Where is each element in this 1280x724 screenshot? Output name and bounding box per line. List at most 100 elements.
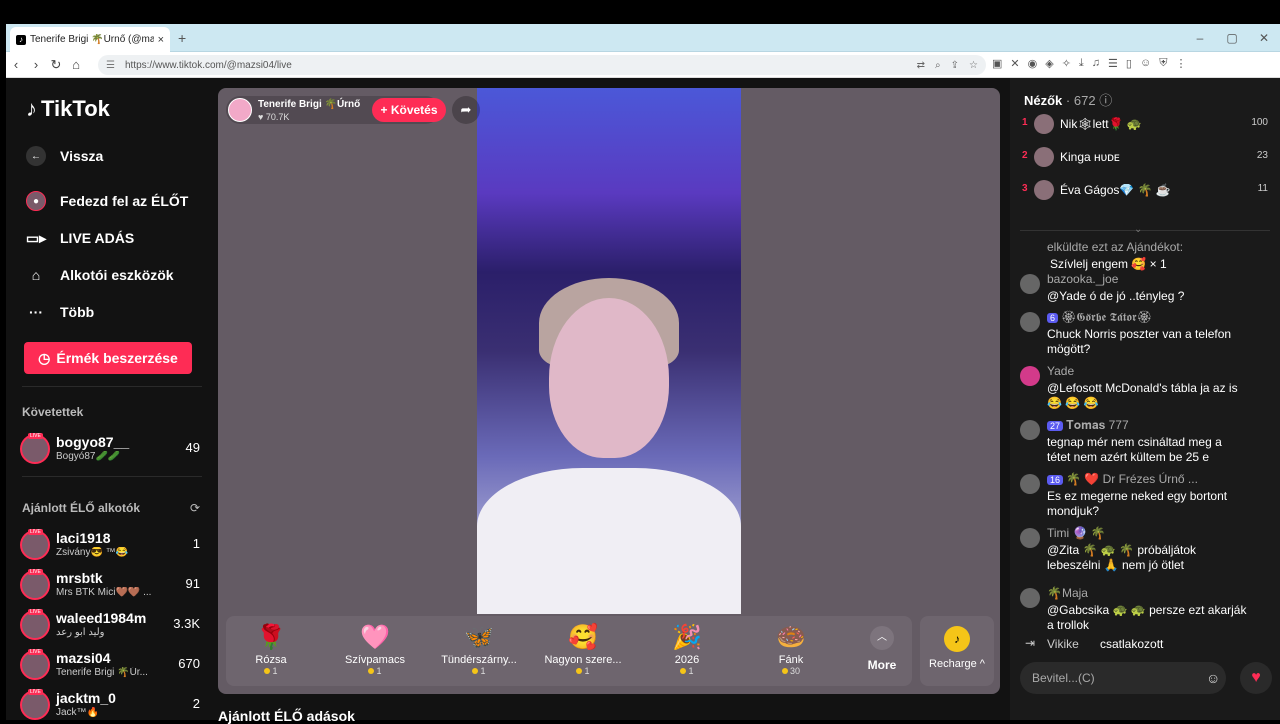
viewer-score: 100 [1251,117,1268,128]
recommended-item[interactable]: LIVE jacktm_0 Jack™🔥 2 [20,688,200,720]
nav-creator-tools[interactable]: ⌂ Alkotói eszközök [24,263,174,287]
avatar[interactable] [1020,474,1040,494]
back-link[interactable]: ← Vissza [24,144,103,168]
puzzle-icon[interactable]: ✧ [1062,57,1071,70]
streamer-name[interactable]: Tenerife Brigi 🌴Úrnő [258,99,360,110]
avatar: LIVE [20,529,50,560]
like-heart-button[interactable]: ♥ [1240,662,1272,694]
more-gifts-button[interactable]: ︿ More [862,626,902,672]
gift-item[interactable]: 🦋 Tündérszárny... 1 [434,622,524,676]
gift-item[interactable]: 🥰 Nagyon szere... 1 [538,622,628,676]
media-icon[interactable]: ♫ [1092,57,1100,70]
chat-panel: Nézők · 672 ⓘ 1 Nik🕸lett🌹 🐢 100 2 Kinga … [1010,78,1280,720]
follow-button[interactable]: + Követés [372,98,446,122]
avatar [1034,147,1054,167]
downloads-icon[interactable]: ⤓ [1079,57,1084,70]
chat-username[interactable]: 27 𝐓𝐨𝐦𝐚𝐬 777 [1047,418,1129,433]
share-icon[interactable]: ➦ [452,96,480,124]
back-label: Vissza [60,148,104,164]
tiktok-logo[interactable]: ♪ TikTok [26,96,110,122]
following-item[interactable]: LIVE bogyo87__ Bogyó87🥒🥒 49 [20,432,200,464]
chat-username[interactable]: bazooka._joe [1047,272,1118,286]
top-viewer-row[interactable]: 2 Kinga ʜᴜᴅᴇ 23 [1022,145,1268,169]
menu-icon[interactable]: ⋮ [1175,57,1186,70]
chat-username[interactable]: 6 🏵𝕲𝖔̈𝖗𝖇𝖊 𝕿𝖆́𝖙𝖔𝖗🏵 [1047,310,1152,325]
chat-username[interactable]: 16 🌴 ❤️ Dr Frézes Úrnő ... [1047,472,1198,486]
translate-icon[interactable]: ⇄ [917,60,925,71]
minimize-button[interactable]: – [1184,24,1216,52]
gift-item[interactable]: 🩷 Szívpamacs 1 [330,622,420,676]
close-window-button[interactable]: ✕ [1248,24,1280,52]
chat-username[interactable]: Yade [1047,364,1074,378]
chevron-down-icon[interactable]: ⌄ [1134,224,1142,235]
browser-tab[interactable]: ♪ Tenerife Brigi 🌴Úrnő (@maz × [10,27,170,52]
gift-item[interactable]: 🍩 Fánk 30 [746,622,836,676]
avatar[interactable] [1020,528,1040,548]
recommended-item[interactable]: LIVE mazsi04 Tenerife Brigi 🌴Úr... 670 [20,648,200,680]
reload-icon[interactable]: ↻ [46,57,66,73]
top-viewer-row[interactable]: 1 Nik🕸lett🌹 🐢 100 [1022,112,1268,136]
donut-icon: 🍩 [776,624,806,651]
new-year-icon: 🎉 [672,624,702,651]
chat-username[interactable]: Timi 🔮 🌴 [1047,526,1106,540]
chat-text: Es ez megerne neked egy bortont mondjuk? [1047,489,1228,518]
recharge-label: Recharge ^ [929,658,985,670]
avatar[interactable] [1020,312,1040,332]
nav-explore-live[interactable]: ● Fedezd fel az ÉLŐT [24,189,188,213]
bookmark-star-icon[interactable]: ☆ [969,60,978,71]
maximize-button[interactable]: ▢ [1216,24,1248,52]
heart-puff-icon: 🩷 [360,624,390,651]
info-icon[interactable]: ⓘ [1099,93,1112,108]
gift-name: Tündérszárny... [441,654,517,666]
back-icon[interactable]: ‹ [6,57,26,72]
gift-price: 1 [688,666,694,676]
site-info-icon[interactable]: ☰ [106,60,115,71]
rose-icon: 🌹 [256,624,286,651]
join-username[interactable]: Vikike [1047,637,1079,651]
tab-close-icon[interactable]: × [158,34,164,46]
emoji-icon[interactable]: ☺ [1206,670,1220,686]
live-video[interactable] [477,88,741,614]
sidebar-toggle-icon[interactable]: ▯ [1126,57,1132,70]
avatar[interactable] [1020,274,1040,294]
gift-bar: 🌹 Rózsa 1 🩷 Szívpamacs 1 🦋 Tündérszárny.… [226,616,912,686]
refresh-icon[interactable]: ⟳ [190,501,200,515]
extension-icon[interactable]: ▣ [992,57,1002,70]
gift-item[interactable]: 🎉 2026 1 [642,622,732,676]
get-coins-button[interactable]: ◷ Érmék beszerzése [24,342,192,374]
nav-more[interactable]: ··· Több [24,300,94,324]
profile-icon[interactable]: ☺ [1140,57,1151,70]
shield-icon[interactable]: ⛨ [1159,57,1167,70]
nav-live[interactable]: ▭▸ LIVE ADÁS [24,226,134,250]
live-stage: Tenerife Brigi 🌴Úrnő ♥ 70.7K + Követés ➦… [218,88,1000,694]
recommended-item[interactable]: LIVE laci1918 Zsivány😎 ™😂 1 [20,528,200,560]
extension-icon[interactable]: ✕ [1010,57,1019,70]
chat-input[interactable]: Bevitel...(C) [1020,662,1226,694]
streamer-avatar[interactable] [228,98,252,122]
top-viewer-row[interactable]: 3 Éva Gágos💎 🌴 ☕ 11 [1022,178,1268,202]
home-icon[interactable]: ⌂ [66,57,86,72]
level-badge: 27 [1047,421,1064,431]
avatar[interactable] [1020,588,1040,608]
reading-list-icon[interactable]: ☰ [1108,57,1118,70]
extension-icon[interactable]: ◈ [1045,57,1053,70]
gift-name: Rózsa [255,654,287,666]
avatar[interactable] [1020,420,1040,440]
recharge-button[interactable]: ♪ Recharge ^ [920,616,994,686]
extension-icon[interactable]: ◉ [1028,57,1038,70]
avatar[interactable] [1020,366,1040,386]
new-tab-button[interactable]: + [178,30,186,46]
account-subtitle: وليد ابو رعد [56,627,105,638]
viewer-count: 91 [185,576,200,591]
recommended-item[interactable]: LIVE mrsbtk Mrs BTK Mici🤎🤎 ... 91 [20,568,200,600]
recommended-item[interactable]: LIVE waleed1984m وليد ابو رعد 3.3K [20,608,200,640]
forward-icon[interactable]: › [26,57,46,72]
recommended-live-heading: Ajánlott ÉLŐ adások [218,708,355,724]
zoom-icon[interactable]: ⌕ [935,60,941,71]
address-bar[interactable]: ☰ https://www.tiktok.com/@mazsi04/live ⇄… [98,55,986,75]
chat-text: @Zita 🌴 🐢 🌴 próbáljátok lebeszélni 🙏 nem… [1047,543,1197,572]
share-page-icon[interactable]: ⇪ [951,60,959,71]
gift-item[interactable]: 🌹 Rózsa 1 [226,622,316,676]
recommended-header: Ajánlott ÉLŐ alkotók [22,501,141,515]
chat-username[interactable]: 🌴Maja [1047,586,1088,600]
